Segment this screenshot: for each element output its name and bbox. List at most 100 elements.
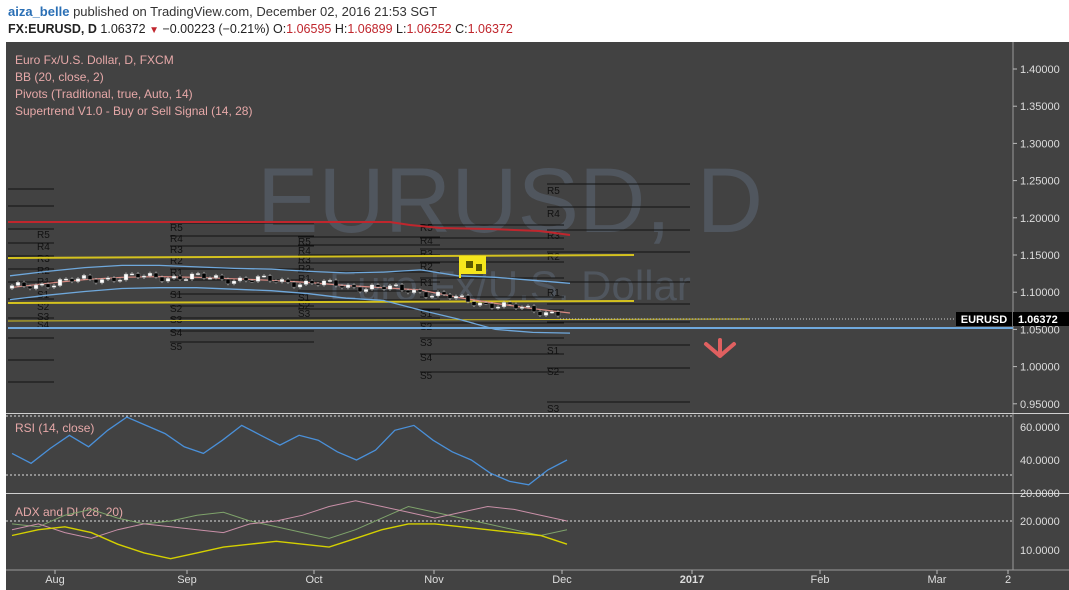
candle-body [111, 277, 117, 282]
candle-body [189, 273, 195, 280]
candle-body [231, 280, 237, 284]
close-value: 1.06372 [467, 22, 513, 36]
candle-body [399, 284, 405, 291]
candle-body [141, 275, 147, 278]
candle-body [123, 273, 129, 281]
pivot-label-s3: S3 [547, 404, 560, 415]
candle-body [495, 306, 501, 309]
candle-body [243, 277, 249, 281]
time-axis[interactable] [6, 570, 1069, 590]
candle-body [417, 289, 423, 293]
candle-body [477, 302, 483, 306]
candle-body [555, 311, 561, 317]
candle-body [285, 279, 291, 283]
candle-body [315, 283, 321, 286]
candle-body [213, 275, 219, 279]
candle-body [69, 278, 75, 282]
pivot-label-r5: R5 [37, 230, 50, 241]
candle-body [429, 295, 435, 298]
candle-body [225, 278, 231, 284]
candle-body [333, 279, 339, 287]
open-label: O: [272, 22, 287, 36]
candle-body [501, 302, 507, 308]
candle-body [441, 291, 447, 295]
candle-body [27, 286, 33, 289]
time-tick-label: Nov [424, 574, 444, 586]
candle-body [87, 275, 93, 280]
candle-body [423, 291, 429, 298]
candle-body [135, 273, 141, 278]
candle-body [357, 286, 363, 292]
candle-body [531, 305, 537, 312]
candle-body [45, 283, 51, 288]
high-value: 1.06899 [347, 22, 393, 36]
candle-body [273, 280, 279, 283]
time-tick-label: Feb [811, 574, 830, 586]
pivot-label-s5: S5 [170, 342, 183, 353]
rsi-scale[interactable]: 60.0000 40.0000 20.0000 [1020, 422, 1060, 500]
price-tick-label: 1.25000 [1020, 176, 1060, 188]
pivot-label-r2: R2 [547, 252, 560, 263]
down-triangle-icon: ▼ [149, 25, 159, 36]
candle-body [351, 284, 357, 288]
candle-body [147, 272, 153, 277]
adx-tick-label: 10.0000 [1020, 545, 1060, 557]
candle-body [291, 282, 297, 288]
pivot-label-r4: R4 [170, 234, 183, 245]
candle-body [345, 284, 351, 288]
candle-body [525, 305, 531, 308]
pivot-label-s5: S5 [420, 371, 433, 382]
adx-tick-label: 20.0000 [1020, 516, 1060, 528]
candle-body [63, 278, 69, 281]
price-tick-label: 1.20000 [1020, 213, 1060, 225]
candle-body [51, 285, 57, 288]
candle-body [159, 276, 165, 282]
candle-body [15, 282, 21, 286]
pivot-label-r1: R1 [547, 288, 560, 299]
time-tick-label: Mar [928, 574, 947, 586]
candle-body [195, 273, 201, 276]
candle-body [321, 280, 327, 286]
candle-body [99, 279, 105, 284]
candle-body [201, 273, 207, 279]
pivot-label-s1: S1 [547, 346, 560, 357]
rsi-legend[interactable]: RSI (14, close) [15, 421, 94, 435]
time-tick-label: Dec [552, 574, 572, 586]
pivot-label-r3: R3 [420, 249, 433, 260]
candle-body [21, 282, 27, 287]
candle-body [129, 273, 135, 276]
pivot-label-s3: S3 [420, 338, 433, 349]
candle-body [57, 279, 63, 286]
pivot-label-s4: S4 [37, 320, 50, 331]
candle-body [261, 275, 267, 278]
candle-body [381, 286, 387, 290]
candle-body [255, 276, 261, 282]
rsi-tick-label: 40.0000 [1020, 455, 1060, 467]
candle-body [471, 301, 477, 306]
publish-line: aiza_belle published on TradingView.com,… [8, 4, 437, 19]
candle-body [465, 295, 471, 302]
chart-svg[interactable]: EURUSD, D Euro Fx/U.S. Dollar Euro Fx/U.… [0, 42, 1069, 590]
candle-body [153, 272, 159, 278]
legend-pivots[interactable]: Pivots (Traditional, true, Auto, 14) [15, 87, 193, 101]
candle-body [459, 295, 465, 298]
published-text: published on TradingView.com, December 0… [73, 4, 438, 19]
chart-area[interactable]: EURUSD, D Euro Fx/U.S. Dollar Euro Fx/U.… [0, 42, 1069, 590]
author-name[interactable]: aiza_belle [8, 4, 69, 19]
candle-body [81, 275, 87, 279]
candle-body [393, 284, 399, 287]
candle-body [513, 303, 519, 309]
candle-body [339, 285, 345, 288]
high-label: H: [334, 22, 348, 36]
legend-supertrend[interactable]: Supertrend V1.0 - Buy or Sell Signal (14… [15, 104, 252, 118]
pivot-label-s2: S2 [547, 367, 560, 378]
candle-body [237, 277, 243, 282]
candle-body [105, 277, 111, 280]
candle-body [453, 295, 459, 299]
pivot-label-r3: R3 [170, 245, 183, 256]
pivot-label-s2: S2 [170, 304, 183, 315]
candle-body [447, 294, 453, 299]
legend-bb[interactable]: BB (20, close, 2) [15, 70, 104, 84]
adx-legend[interactable]: ADX and DI (28, 20) [15, 505, 123, 519]
candle-body [537, 311, 543, 316]
